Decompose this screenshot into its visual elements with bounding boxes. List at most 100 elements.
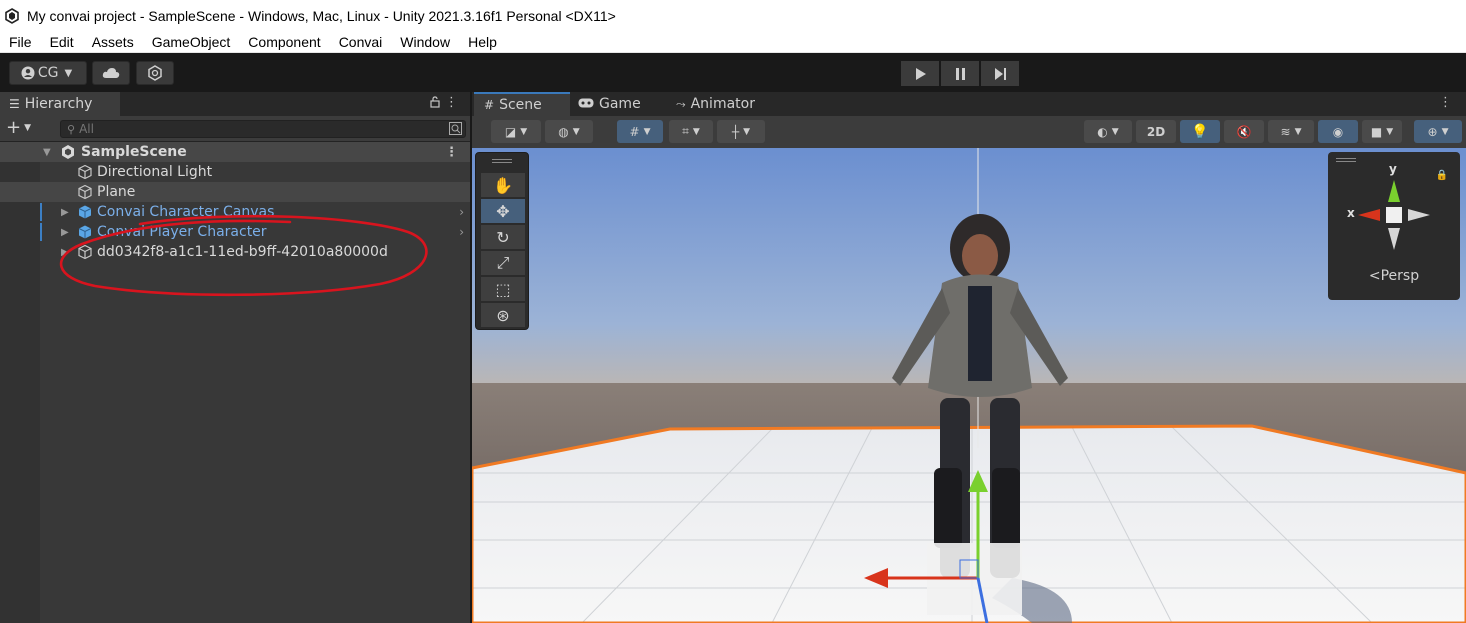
menu-gameobject[interactable]: GameObject xyxy=(143,34,240,50)
audio-mute-icon: 🔇 xyxy=(1236,124,1252,139)
toggle-2d-button[interactable]: 2D xyxy=(1136,120,1176,143)
hierarchy-item-label: Directional Light xyxy=(97,164,213,180)
search-by-type-icon[interactable] xyxy=(449,122,462,138)
neg-y-cone[interactable] xyxy=(1388,228,1400,250)
rect-tool-button[interactable]: ⬚ xyxy=(481,277,525,301)
x-cone[interactable] xyxy=(1358,209,1380,221)
grid-snap-icon: # xyxy=(629,124,640,139)
chevron-down-icon: ▼ xyxy=(1441,126,1449,137)
gameobject-cube-icon xyxy=(78,184,92,200)
hierarchy-item[interactable]: Plane xyxy=(0,182,470,202)
tab-hierarchy[interactable]: ☰ Hierarchy xyxy=(0,92,120,116)
scene-render xyxy=(472,148,1466,623)
rotate-icon: ↻ xyxy=(496,227,510,247)
chevron-down-icon: ▼ xyxy=(1386,126,1394,137)
effects-button[interactable]: ≋ ▼ xyxy=(1268,120,1314,143)
center-cube[interactable] xyxy=(1386,207,1402,223)
hand-icon: ✋ xyxy=(493,175,513,195)
tab-scene[interactable]: # Scene xyxy=(474,92,570,116)
camera-icon: ■ xyxy=(1370,124,1383,139)
camera-button[interactable]: ■ ▼ xyxy=(1362,120,1402,143)
foldout-expanded-icon[interactable]: ▼ xyxy=(43,147,51,158)
search-icon: ⚲ xyxy=(67,122,76,136)
kebab-menu-icon[interactable]: ⋮ xyxy=(445,95,458,110)
chevron-down-icon: ▼ xyxy=(1111,126,1119,137)
move-tool-button[interactable]: ✥ xyxy=(481,199,525,223)
play-button[interactable] xyxy=(901,61,939,86)
gizmos-icon: ⊕ xyxy=(1427,124,1438,139)
projection-toggle[interactable]: <Persp xyxy=(1328,268,1460,284)
kebab-menu-icon[interactable]: ⋮ xyxy=(1439,95,1452,110)
scale-icon: ⤢ xyxy=(496,253,510,272)
annotation-circle xyxy=(59,214,428,297)
effects-icon: ≋ xyxy=(1280,124,1291,139)
hierarchy-tab-label: Hierarchy xyxy=(24,96,93,112)
grid-snap-button[interactable]: # ▼ xyxy=(617,120,663,143)
menu-assets[interactable]: Assets xyxy=(83,34,143,50)
menu-file[interactable]: File xyxy=(0,34,41,50)
scale-tool-button[interactable]: ⤢ xyxy=(481,251,525,275)
scene-menu-icon[interactable]: ⋮ xyxy=(445,145,458,160)
lock-icon[interactable] xyxy=(430,96,440,111)
scene-visibility-button[interactable]: ◉ xyxy=(1318,120,1358,143)
rotate-tool-button[interactable]: ↻ xyxy=(481,225,525,249)
tab-game[interactable]: Game xyxy=(578,92,668,116)
menu-edit[interactable]: Edit xyxy=(41,34,83,50)
eye-hidden-icon: ◉ xyxy=(1332,124,1344,139)
scene-row[interactable]: ▼ SampleScene ⋮ xyxy=(0,142,470,162)
snap-icon: ⌗ xyxy=(682,124,689,138)
hierarchy-panel: ☰ Hierarchy ⋮ +▼ ⚲ ▼ SampleScene ⋮ xyxy=(0,92,470,623)
chevron-down-icon: ▼ xyxy=(692,126,700,137)
draw-mode-icon: ◪ xyxy=(504,124,517,139)
hierarchy-search-input[interactable] xyxy=(79,122,420,136)
pause-button[interactable] xyxy=(941,61,979,86)
menu-convai[interactable]: Convai xyxy=(330,34,392,50)
chevron-down-icon: ▼ xyxy=(572,126,580,137)
add-object-button[interactable]: + ▼ xyxy=(6,119,31,137)
toggle-2d-label: 2D xyxy=(1146,124,1166,139)
chevron-down-icon: ▼ xyxy=(743,126,751,137)
shading-sphere-icon: ◐ xyxy=(1097,124,1108,139)
tools-overlay: ✋ ✥ ↻ ⤢ ⬚ ⊛ xyxy=(475,152,529,330)
scene-tabbar: # Scene Game ⤳ Animator ⋮ xyxy=(472,92,1466,116)
playmode-controls xyxy=(901,61,1019,86)
transform-tool-button[interactable]: ⊛ xyxy=(481,303,525,327)
global-local-button[interactable]: ◍ ▼ xyxy=(545,120,593,143)
menu-component[interactable]: Component xyxy=(239,34,329,50)
hierarchy-item[interactable]: Directional Light xyxy=(0,162,470,182)
neg-x-cone[interactable] xyxy=(1408,209,1430,221)
hierarchy-item-label: Plane xyxy=(97,184,136,200)
cloud-button[interactable] xyxy=(92,61,130,85)
scene-name: SampleScene xyxy=(81,144,187,160)
menu-window[interactable]: Window xyxy=(391,34,459,50)
tab-animator[interactable]: ⤳ Animator xyxy=(676,92,776,116)
tab-game-label: Game xyxy=(599,96,641,112)
increment-snap-button[interactable]: ⌗ ▼ xyxy=(669,120,713,143)
window-title: My convai project - SampleScene - Window… xyxy=(27,7,616,24)
draw-mode-button[interactable]: ◪ ▼ xyxy=(491,120,541,143)
account-button[interactable]: CG ▼ xyxy=(9,61,87,85)
hierarchy-search[interactable]: ⚲ xyxy=(60,120,466,138)
overlay-grip-icon[interactable] xyxy=(492,159,512,163)
tab-scene-label: Scene xyxy=(499,97,542,113)
gameobject-cube-icon xyxy=(78,164,92,180)
gizmos-button[interactable]: ⊕ ▼ xyxy=(1414,120,1462,143)
tab-animator-label: Animator xyxy=(690,96,755,112)
scene-viewport[interactable] xyxy=(472,148,1466,623)
y-cone[interactable] xyxy=(1388,180,1400,202)
chevron-down-icon: ▼ xyxy=(24,123,32,133)
hierarchy-tabbar: ☰ Hierarchy ⋮ xyxy=(0,92,470,116)
shading-mode-button[interactable]: ◐ ▼ xyxy=(1084,120,1132,143)
menu-help[interactable]: Help xyxy=(459,34,506,50)
pause-icon xyxy=(955,67,965,80)
account-label: CG xyxy=(37,65,59,81)
grid-visibility-button[interactable]: ┼ ▼ xyxy=(717,120,765,143)
audio-toggle-button[interactable]: 🔇 xyxy=(1224,120,1264,143)
step-button[interactable] xyxy=(981,61,1019,86)
collab-button[interactable] xyxy=(136,61,174,85)
lighting-toggle-button[interactable]: 💡 xyxy=(1180,120,1220,143)
plus-icon: + xyxy=(6,117,22,138)
transform-icon: ⊛ xyxy=(496,305,510,325)
hand-tool-button[interactable]: ✋ xyxy=(481,173,525,197)
chevron-down-icon: ▼ xyxy=(643,126,651,137)
